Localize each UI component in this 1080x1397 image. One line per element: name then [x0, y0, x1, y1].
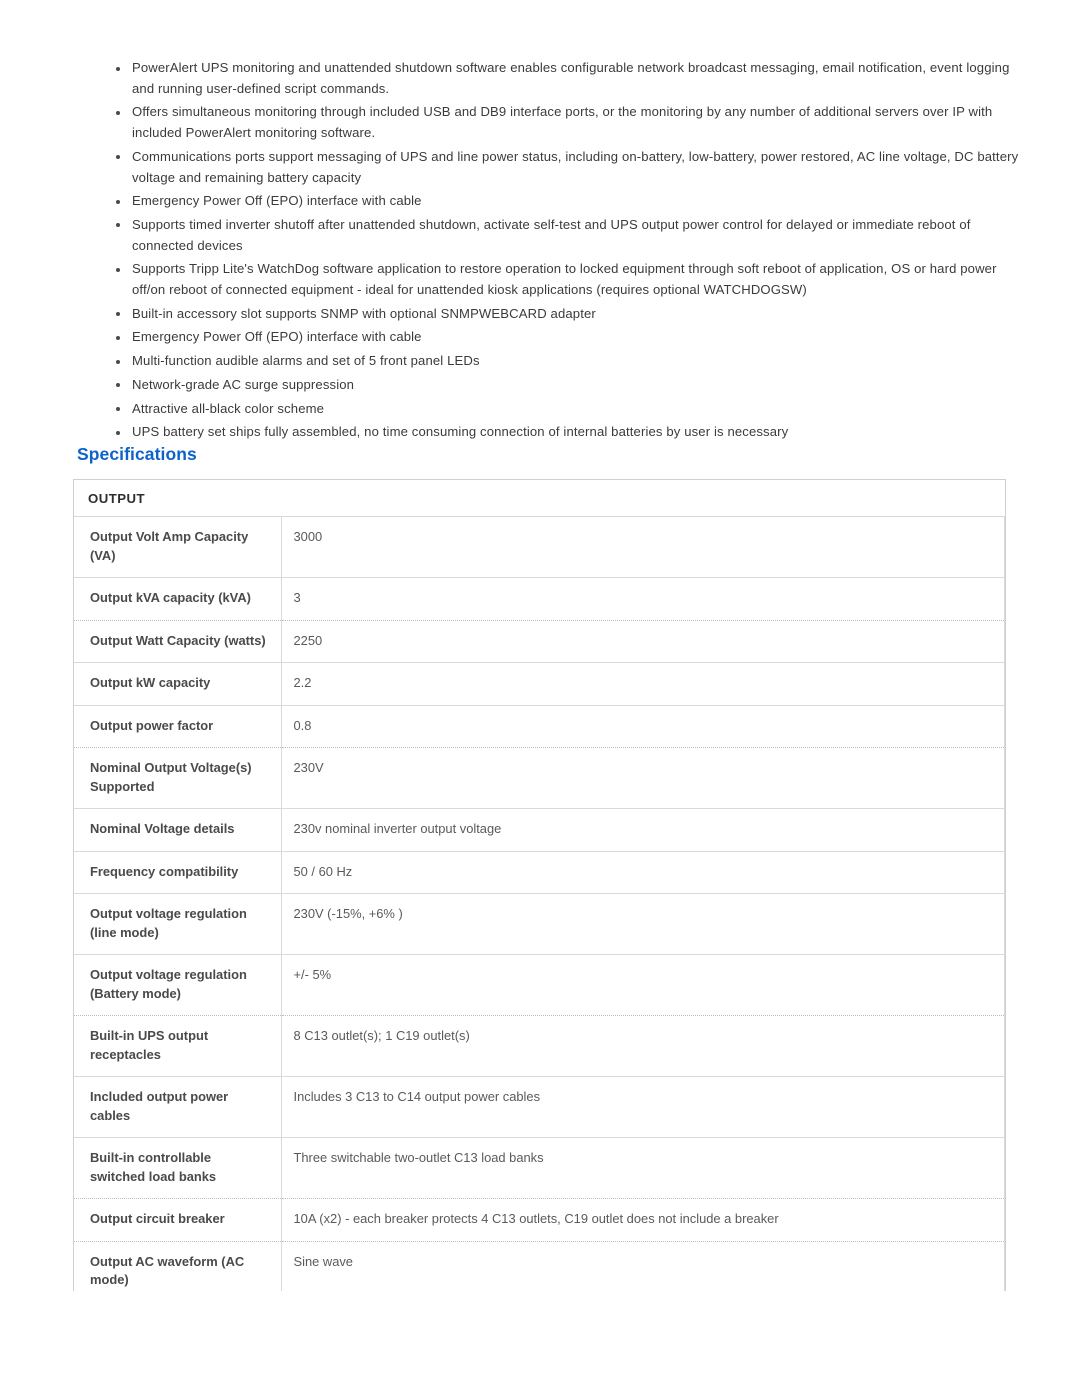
table-row: Output AC waveform (AC mode) Sine wave — [74, 1241, 1005, 1291]
spec-value: 10A (x2) - each breaker protects 4 C13 o… — [281, 1198, 1005, 1242]
list-item-text: Built-in accessory slot supports SNMP wi… — [132, 305, 596, 321]
spec-value: +/- 5% — [281, 954, 1005, 1016]
spec-value: 3 — [281, 577, 1005, 621]
spec-value: 3000 — [281, 516, 1005, 578]
list-item: Supports Tripp Lite's WatchDog software … — [112, 259, 1020, 300]
table-row: Output voltage regulation (line mode) 230… — [74, 893, 1005, 955]
bullet-icon — [116, 359, 120, 364]
list-item-text: PowerAlert UPS monitoring and unattended… — [132, 60, 1010, 96]
bullet-icon — [116, 312, 120, 317]
list-item-text: Communications ports support messaging o… — [132, 148, 1019, 185]
spec-value: 230V (-15%, +6% ) — [281, 893, 1005, 955]
table-row: Output circuit breaker 10A (x2) - each br… — [74, 1198, 1005, 1242]
list-item: UPS battery set ships fully assembled, n… — [112, 422, 1020, 443]
spec-value: Includes 3 C13 to C14 output power cable… — [281, 1076, 1005, 1138]
spec-value: 50 / 60 Hz — [281, 851, 1005, 894]
list-item-text: UPS battery set ships fully assembled, n… — [132, 424, 789, 440]
specifications-table-body: OUTPUT Output Volt Amp Capacity (VA) 3000 O… — [74, 480, 1005, 1291]
spec-label: Output kW capacity — [74, 662, 282, 706]
spec-label: Nominal Voltage details — [74, 808, 282, 852]
bullet-icon — [116, 267, 120, 272]
spec-label: Output kVA capacity (kVA) — [74, 577, 282, 621]
table-row: Built-in UPS output receptacles 8 C13 out… — [74, 1015, 1005, 1077]
list-item-text: Network-grade AC surge suppression — [132, 376, 355, 392]
list-item-text: Supports Tripp Lite's WatchDog software … — [132, 261, 997, 298]
spec-label: Output Watt Capacity (watts) — [74, 620, 282, 663]
bullet-icon — [116, 66, 120, 71]
list-item: Multi-function audible alarms and set of… — [112, 351, 1020, 372]
spec-label: Output voltage regulation (line mode) — [74, 893, 282, 955]
spec-label: Output power factor — [74, 705, 282, 748]
spec-label: Built-in UPS output receptacles — [74, 1015, 282, 1077]
bullet-icon — [116, 383, 120, 388]
bullet-icon — [116, 199, 120, 204]
table-section-header: OUTPUT — [74, 480, 1005, 517]
table-row: Output kW capacity 2.2 — [74, 662, 1005, 706]
table-row: Output voltage regulation (Battery mode)… — [74, 954, 1005, 1016]
table-row: Output kVA capacity (kVA) 3 — [74, 577, 1005, 621]
bullet-icon — [116, 430, 120, 435]
table-row: Frequency compatibility 50 / 60 Hz — [74, 851, 1005, 894]
table-row: Output power factor 0.8 — [74, 705, 1005, 748]
spec-label: Built-in controllable switched load bank… — [74, 1137, 282, 1199]
list-item: Attractive all-black color scheme — [112, 399, 1020, 420]
spec-value: 2250 — [281, 620, 1005, 663]
specifications-table-container: OUTPUT Output Volt Amp Capacity (VA) 3000 O… — [73, 479, 1006, 1291]
spec-value: 0.8 — [281, 705, 1005, 748]
table-row: Nominal Output Voltage(s) Supported 230V — [74, 747, 1005, 809]
spec-label: Output Volt Amp Capacity (VA) — [74, 516, 282, 578]
spec-value: 230v nominal inverter output voltage — [281, 808, 1005, 852]
list-item: Offers simultaneous monitoring through i… — [112, 102, 1020, 143]
spec-value: 2.2 — [281, 662, 1005, 706]
list-item-text: Multi-function audible alarms and set of… — [132, 353, 480, 369]
spec-label: Frequency compatibility — [74, 851, 282, 894]
spec-value: Three switchable two-outlet C13 load ban… — [281, 1137, 1005, 1199]
list-item: Emergency Power Off (EPO) interface with… — [112, 327, 1020, 348]
table-row: Nominal Voltage details 230v nominal inve… — [74, 808, 1005, 852]
document-page: PowerAlert UPS monitoring and unattended… — [0, 0, 1080, 1397]
bullet-icon — [116, 110, 120, 115]
bullet-icon — [116, 223, 120, 228]
list-item: Supports timed inverter shutoff after un… — [112, 215, 1020, 256]
list-item-text: Offers simultaneous monitoring through i… — [132, 104, 993, 141]
spec-label: Included output power cables — [74, 1076, 282, 1138]
table-row: Output Watt Capacity (watts) 2250 — [74, 620, 1005, 663]
list-item-text: Emergency Power Off (EPO) interface with… — [132, 329, 422, 345]
bullet-icon — [116, 335, 120, 340]
bullet-icon — [116, 155, 120, 160]
spec-label: Output voltage regulation (Battery mode) — [74, 954, 282, 1016]
list-item-text: Emergency Power Off (EPO) interface with… — [132, 193, 422, 209]
spec-value: 8 C13 outlet(s); 1 C19 outlet(s) — [281, 1015, 1005, 1077]
table-row: Built-in controllable switched load bank… — [74, 1137, 1005, 1199]
spec-value: 230V — [281, 747, 1005, 809]
table-row: Output Volt Amp Capacity (VA) 3000 — [74, 516, 1005, 578]
page-title: Specifications — [77, 444, 197, 464]
list-item: PowerAlert UPS monitoring and unattended… — [112, 58, 1020, 99]
list-item-text: Attractive all-black color scheme — [132, 400, 325, 416]
table-section-header-row: OUTPUT — [74, 480, 1005, 517]
spec-label: Output AC waveform (AC mode) — [74, 1241, 282, 1291]
list-item: Network-grade AC surge suppression — [112, 375, 1020, 396]
spec-label: Nominal Output Voltage(s) Supported — [74, 747, 282, 809]
table-row: Included output power cables Includes 3 C… — [74, 1076, 1005, 1138]
feature-list: PowerAlert UPS monitoring and unattended… — [112, 58, 1020, 446]
bullet-icon — [116, 407, 120, 412]
list-item: Emergency Power Off (EPO) interface with… — [112, 191, 1020, 212]
list-item: Communications ports support messaging o… — [112, 147, 1020, 188]
spec-label: Output circuit breaker — [74, 1198, 282, 1242]
spec-value: Sine wave — [281, 1241, 1005, 1291]
specifications-table: OUTPUT Output Volt Amp Capacity (VA) 3000 O… — [74, 480, 1005, 1291]
list-item-text: Supports timed inverter shutoff after un… — [132, 216, 971, 253]
list-item: Built-in accessory slot supports SNMP wi… — [112, 304, 1020, 325]
